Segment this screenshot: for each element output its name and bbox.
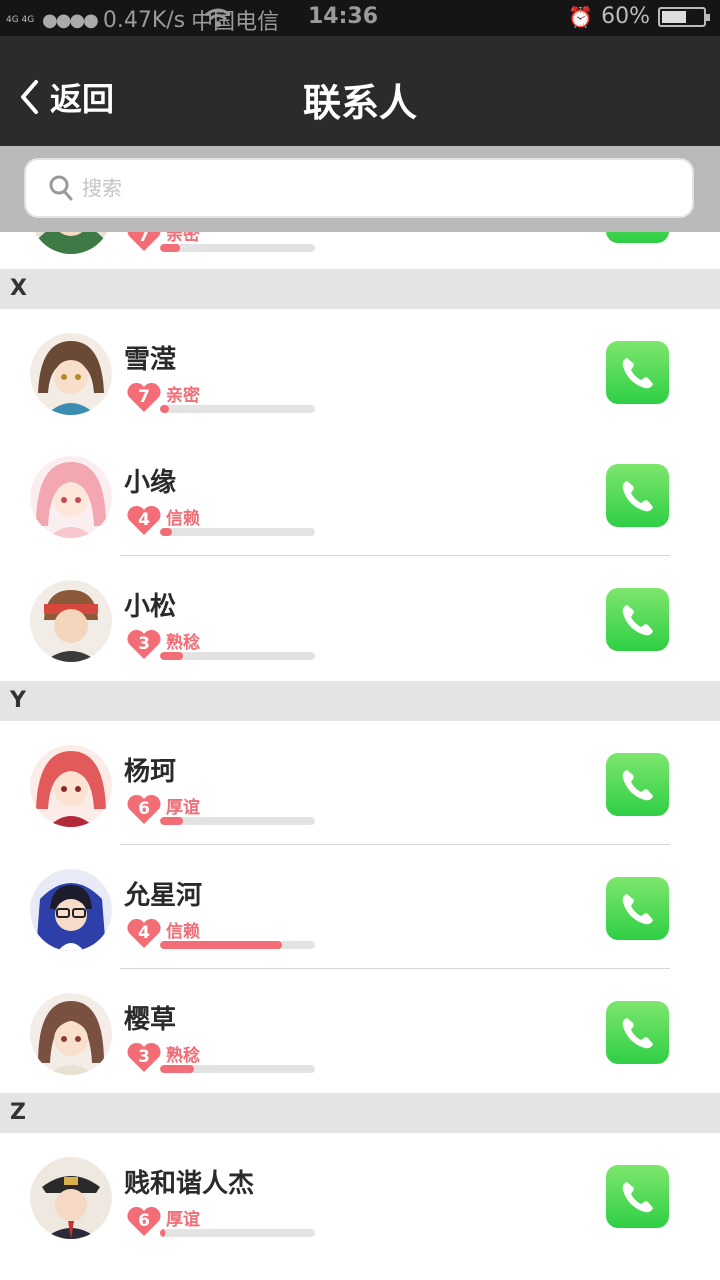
battery-icon	[658, 6, 710, 27]
contact-row[interactable]: 允星河 4 信赖	[0, 845, 720, 969]
search-area	[0, 146, 720, 232]
intimacy-progress-bar	[160, 817, 315, 825]
intimacy-level: 7	[138, 387, 150, 407]
intimacy-level: 4	[138, 510, 150, 530]
phone-icon	[622, 893, 653, 924]
signal-icon: ●●●●	[42, 9, 99, 31]
call-button[interactable]	[606, 877, 669, 940]
call-button[interactable]	[606, 753, 669, 816]
clock: 14:36	[308, 4, 379, 29]
intimacy-level: 3	[138, 1047, 150, 1067]
contact-name: 雪滢	[124, 345, 177, 375]
relationship-label: 信赖	[166, 922, 200, 942]
page-title: 联系人	[302, 81, 417, 125]
avatar	[30, 745, 112, 827]
relationship-label: 亲密	[166, 386, 200, 406]
call-button[interactable]	[606, 1001, 669, 1064]
battery-percent: 60%	[601, 4, 650, 29]
contact-name: 允星河	[124, 881, 203, 911]
intimacy-progress-bar	[160, 652, 315, 660]
call-button[interactable]	[606, 588, 669, 651]
avatar	[30, 580, 112, 662]
phone-icon	[622, 1017, 653, 1048]
search-box[interactable]	[24, 158, 694, 218]
wifi-icon	[205, 8, 231, 33]
phone-icon	[622, 480, 653, 511]
call-button[interactable]	[606, 1165, 669, 1228]
avatar	[30, 1157, 112, 1239]
section-header-x: X	[0, 269, 720, 309]
network-type: 4G 4G	[6, 15, 35, 25]
contact-name: 小缘	[124, 468, 177, 498]
intimacy-progress-bar	[160, 1065, 315, 1073]
contact-name: 贱和谐人杰	[124, 1169, 255, 1199]
intimacy-level: 6	[138, 799, 150, 819]
nav-bar: 返回 联系人	[0, 36, 720, 146]
relationship-label: 熟稔	[166, 1046, 200, 1066]
avatar	[30, 456, 112, 538]
network-speed: 0.47K/s	[102, 7, 186, 33]
relationship-label: 厚谊	[166, 1210, 200, 1230]
contacts-screen: 7 亲密 X 雪滢 7 亲密 小缘 4 信赖 小松 3 熟稔 Y 杨珂 6 厚谊…	[0, 0, 720, 1280]
intimacy-progress-bar	[160, 1229, 315, 1237]
search-icon	[49, 175, 73, 201]
avatar	[30, 993, 112, 1075]
call-button[interactable]	[606, 464, 669, 527]
avatar	[30, 333, 112, 415]
relationship-label: 厚谊	[166, 798, 200, 818]
call-button[interactable]	[606, 341, 669, 404]
phone-icon	[622, 1181, 653, 1212]
relationship-label: 熟稔	[166, 633, 200, 653]
search-input[interactable]	[82, 176, 642, 200]
contact-name: 杨珂	[124, 757, 177, 787]
intimacy-progress-bar	[160, 941, 315, 949]
contact-row[interactable]: 小缘 4 信赖	[0, 432, 720, 556]
intimacy-level: 6	[138, 1211, 150, 1231]
intimacy-progress-bar	[160, 528, 315, 536]
relationship-label: 信赖	[166, 509, 200, 529]
phone-icon	[622, 604, 653, 635]
section-header-y: Y	[0, 681, 720, 721]
alarm-icon: ⏰	[568, 4, 594, 29]
contact-name: 樱草	[124, 1005, 177, 1035]
contact-row[interactable]: 雪滢 7 亲密	[0, 309, 720, 433]
intimacy-level: 3	[138, 634, 150, 654]
contact-row[interactable]: 小松 3 熟稔	[0, 556, 720, 681]
intimacy-level: 4	[138, 923, 150, 943]
avatar	[30, 869, 112, 951]
contact-row[interactable]: 杨珂 6 厚谊	[0, 721, 720, 845]
contact-row[interactable]: 贱和谐人杰 6 厚谊	[0, 1133, 720, 1257]
intimacy-progress-bar	[160, 244, 315, 252]
status-bar: 4G 4G ●●●● 0.47K/s 中国电信 14:36 ⏰ 60%	[0, 0, 720, 36]
contact-row[interactable]: 樱草 3 熟稔	[0, 969, 720, 1093]
intimacy-progress-bar	[160, 405, 315, 413]
section-header-z: Z	[0, 1093, 720, 1133]
contact-name: 小松	[124, 592, 177, 622]
phone-icon	[622, 357, 653, 388]
phone-icon	[622, 769, 653, 800]
